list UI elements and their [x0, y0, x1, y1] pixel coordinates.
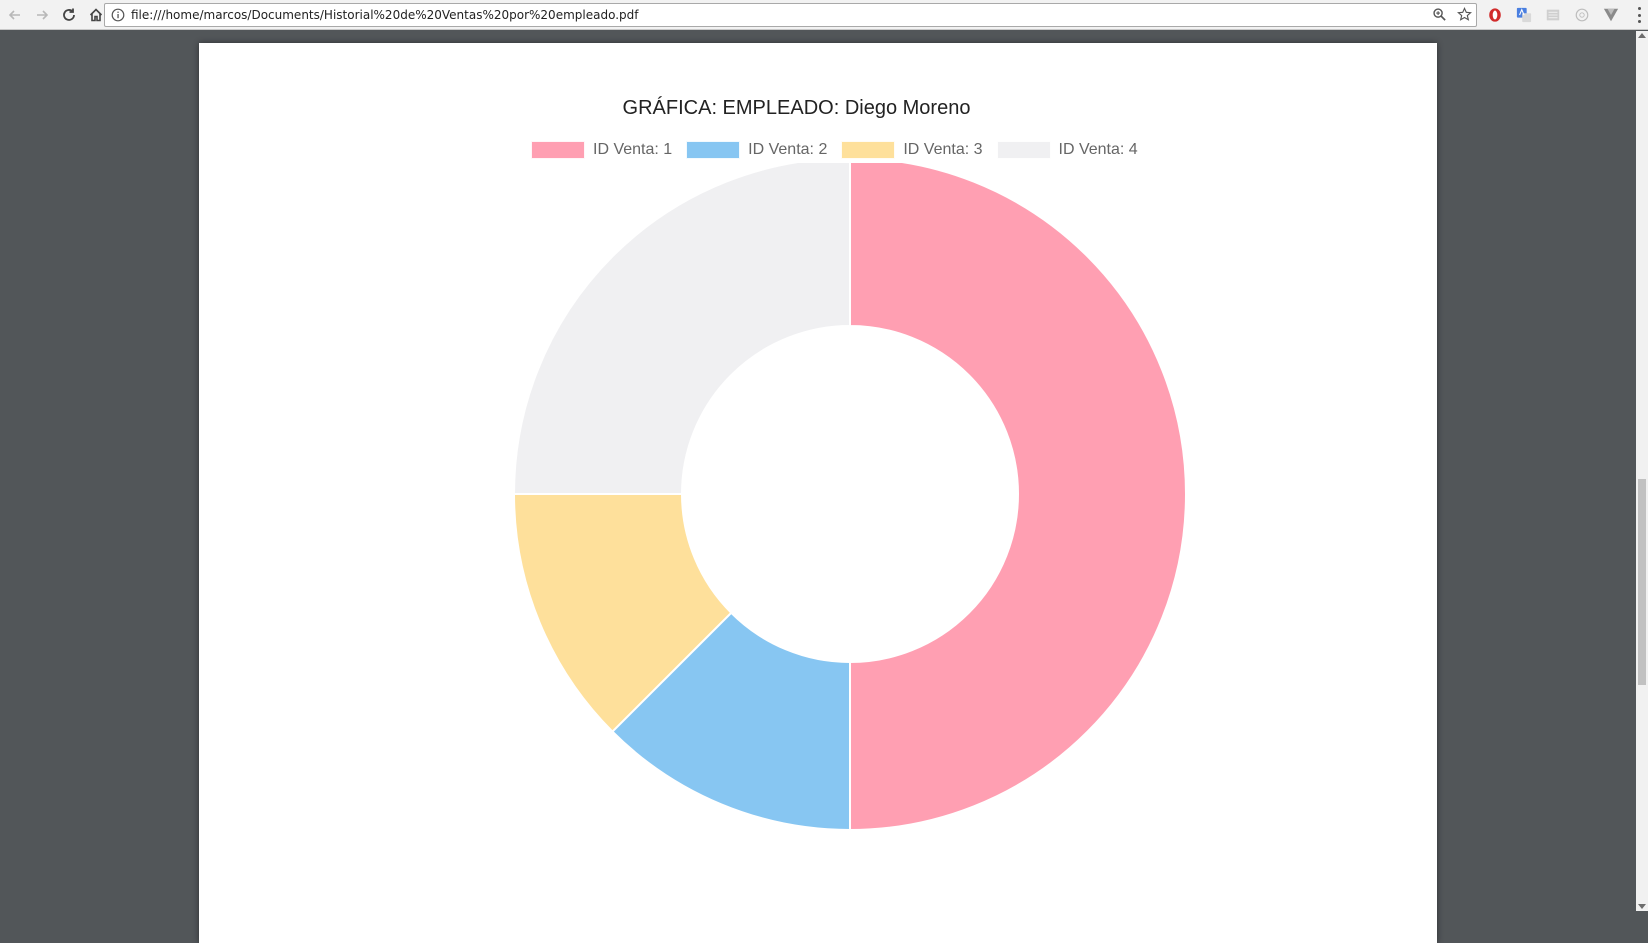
legend-swatch — [686, 141, 741, 159]
extension-reader-icon[interactable] — [1544, 6, 1562, 24]
doughnut-slice[interactable] — [512, 163, 851, 495]
omnibox-actions — [1432, 7, 1472, 22]
arrow-right-icon — [37, 9, 49, 20]
scroll-thumb[interactable] — [1638, 479, 1646, 685]
arrow-left-icon — [8, 9, 20, 20]
doughnut-slice[interactable] — [849, 163, 1187, 832]
doughnut-chart — [512, 163, 1187, 832]
extension-vue-icon[interactable] — [1602, 6, 1620, 24]
vertical-scrollbar[interactable] — [1636, 31, 1648, 911]
pdf-page: GRÁFICA: EMPLEADO: Diego Moreno ID Venta… — [199, 43, 1437, 943]
reload-icon — [63, 8, 75, 21]
forward-button[interactable] — [30, 3, 54, 27]
reload-button[interactable] — [57, 3, 81, 27]
legend-label: ID Venta: 3 — [903, 141, 983, 158]
scroll-up-icon[interactable] — [1638, 33, 1646, 38]
back-button[interactable] — [3, 3, 27, 27]
legend-item[interactable]: ID Venta: 2 — [686, 141, 827, 159]
legend-swatch — [996, 141, 1051, 159]
chart-title: GRÁFICA: EMPLEADO: Diego Moreno — [622, 97, 971, 119]
zoom-icon[interactable] — [1432, 7, 1447, 22]
extension-translate-icon[interactable] — [1515, 6, 1533, 24]
legend-swatch — [841, 141, 896, 159]
legend-label: ID Venta: 1 — [593, 141, 673, 158]
menu-dots-icon[interactable] — [1636, 7, 1642, 23]
legend-swatch — [531, 141, 585, 159]
legend-label: ID Venta: 4 — [1058, 141, 1138, 158]
browser-toolbar: file:///home/marcos/Documents/Historial%… — [0, 0, 1648, 30]
legend-item[interactable]: ID Venta: 3 — [841, 141, 983, 159]
scroll-down-icon[interactable] — [1638, 904, 1646, 909]
extension-icons — [1486, 6, 1620, 24]
legend-item[interactable]: ID Venta: 4 — [996, 141, 1138, 159]
address-bar[interactable]: file:///home/marcos/Documents/Historial%… — [104, 3, 1477, 27]
pdf-viewer: GRÁFICA: EMPLEADO: Diego Moreno ID Venta… — [0, 31, 1636, 943]
star-icon[interactable] — [1457, 7, 1472, 22]
home-icon — [89, 7, 103, 21]
extension-circle-icon[interactable] — [1573, 6, 1591, 24]
url-text[interactable]: file:///home/marcos/Documents/Historial%… — [131, 8, 638, 22]
legend-item[interactable]: ID Venta: 1 — [531, 141, 672, 159]
extension-opera-icon[interactable] — [1486, 6, 1504, 24]
info-icon[interactable] — [111, 8, 125, 22]
chart-legend: ID Venta: 1 ID Venta: 2 ID Venta: 3 ID Vent… — [531, 139, 1152, 161]
legend-label: ID Venta: 2 — [748, 141, 828, 158]
